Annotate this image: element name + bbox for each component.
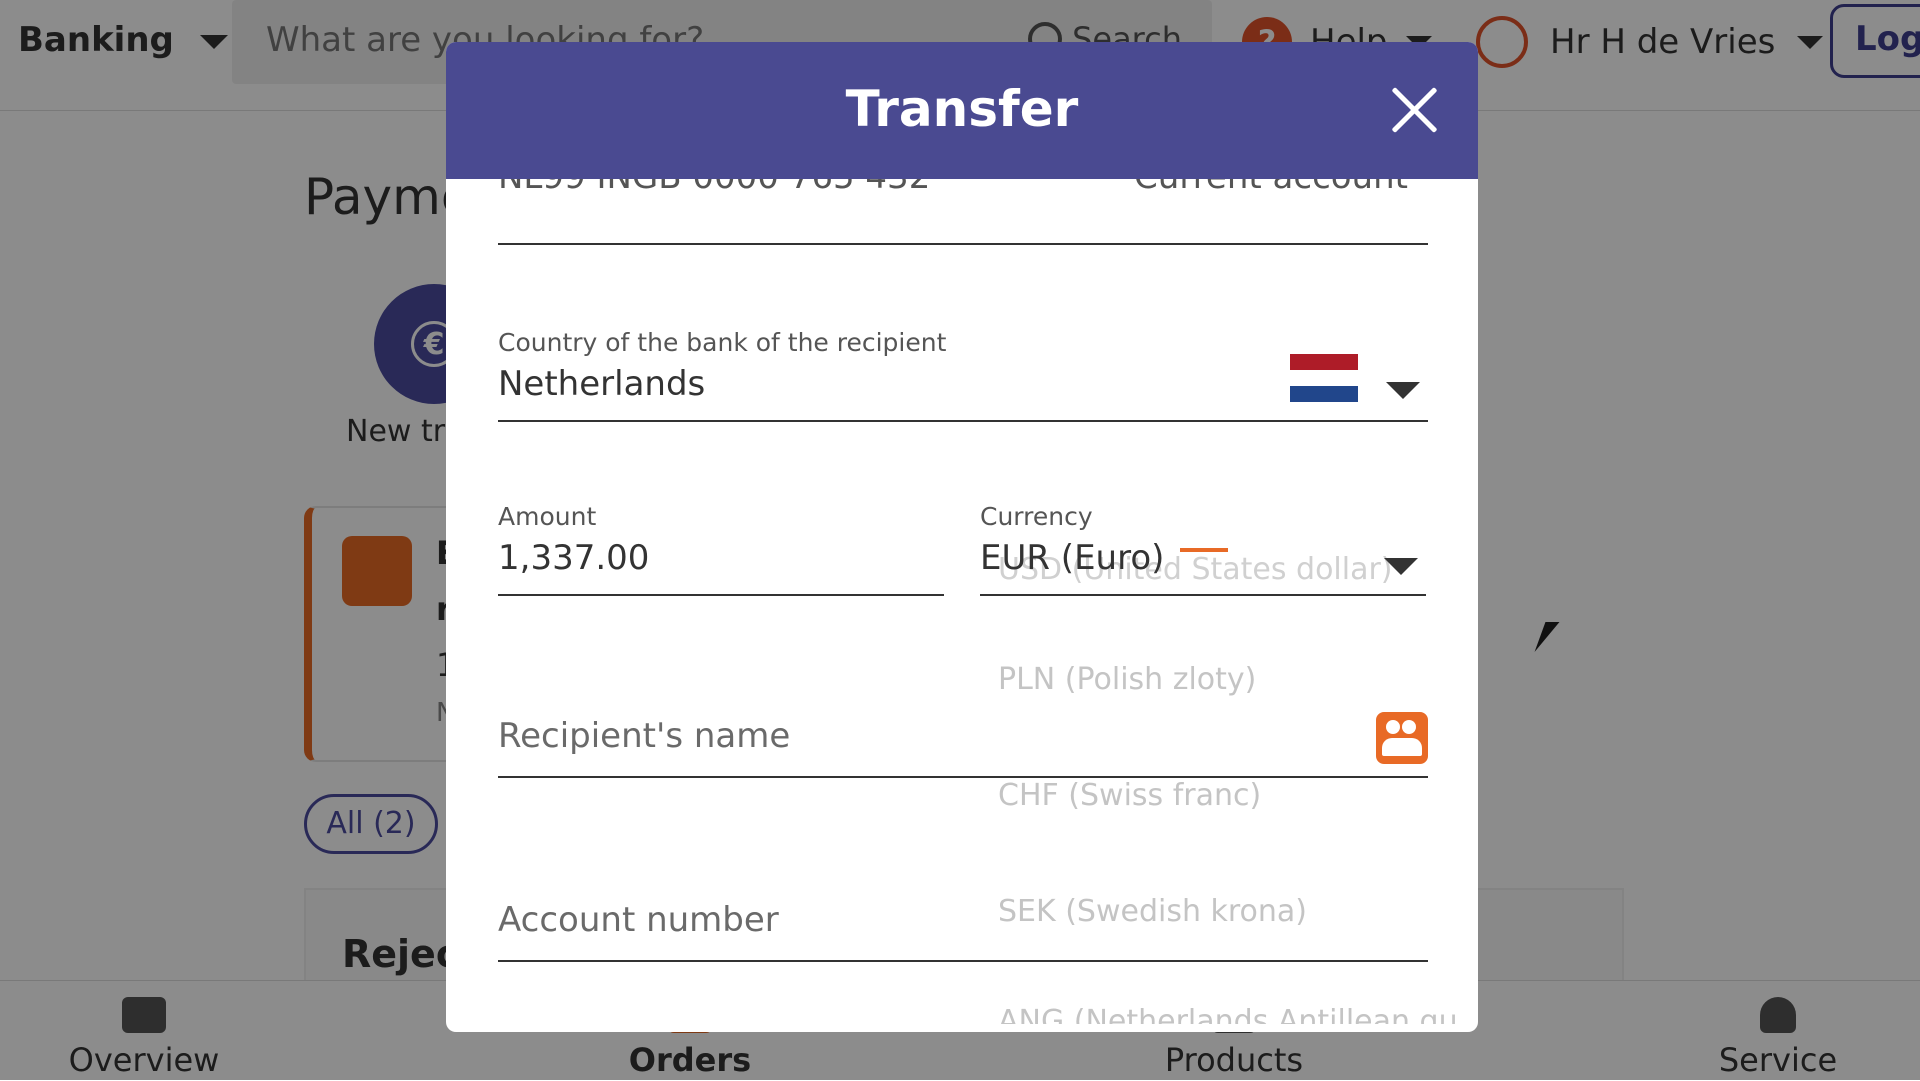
account-number-field[interactable]: Account number xyxy=(498,900,1428,962)
country-value: Netherlands xyxy=(498,364,706,404)
transfer-dialog: Transfer NL99 INGB 0000 765 432 Current … xyxy=(446,42,1478,1032)
amount-label: Amount xyxy=(498,502,597,531)
netherlands-flag-icon xyxy=(1290,354,1358,402)
amount-field[interactable]: Amount 1,337.00 xyxy=(498,462,944,596)
currency-label: Currency xyxy=(980,502,1093,531)
contacts-icon[interactable] xyxy=(1376,712,1428,764)
country-select[interactable]: Country of the bank of the recipient Net… xyxy=(498,286,1428,422)
close-icon[interactable] xyxy=(1388,84,1440,136)
chevron-down-icon xyxy=(1384,558,1418,575)
dialog-header: Transfer xyxy=(446,42,1478,179)
from-account-type: Current account xyxy=(1134,179,1408,197)
from-account-field[interactable]: NL99 INGB 0000 765 432 Current account xyxy=(498,179,1428,245)
recipient-name-input[interactable]: Recipient's name xyxy=(498,716,790,756)
amount-input[interactable]: 1,337.00 xyxy=(498,538,649,578)
account-number-input[interactable]: Account number xyxy=(498,900,779,940)
country-label: Country of the bank of the recipient xyxy=(498,328,947,357)
recipient-name-field[interactable]: Recipient's name xyxy=(498,712,1428,778)
currency-option[interactable]: ANG (Netherlands Antillean gu xyxy=(998,1004,1458,1024)
chevron-down-icon xyxy=(1386,382,1420,399)
currency-option[interactable]: CHF (Swiss franc) xyxy=(998,778,1261,813)
focus-indicator xyxy=(1180,548,1228,552)
currency-select[interactable]: Currency USD (United States dollar) EUR … xyxy=(980,462,1426,596)
dialog-title: Transfer xyxy=(845,80,1079,138)
currency-option[interactable]: PLN (Polish zloty) xyxy=(998,662,1256,697)
from-account-value: NL99 INGB 0000 765 432 xyxy=(498,179,930,197)
currency-value: EUR (Euro) xyxy=(980,538,1165,578)
